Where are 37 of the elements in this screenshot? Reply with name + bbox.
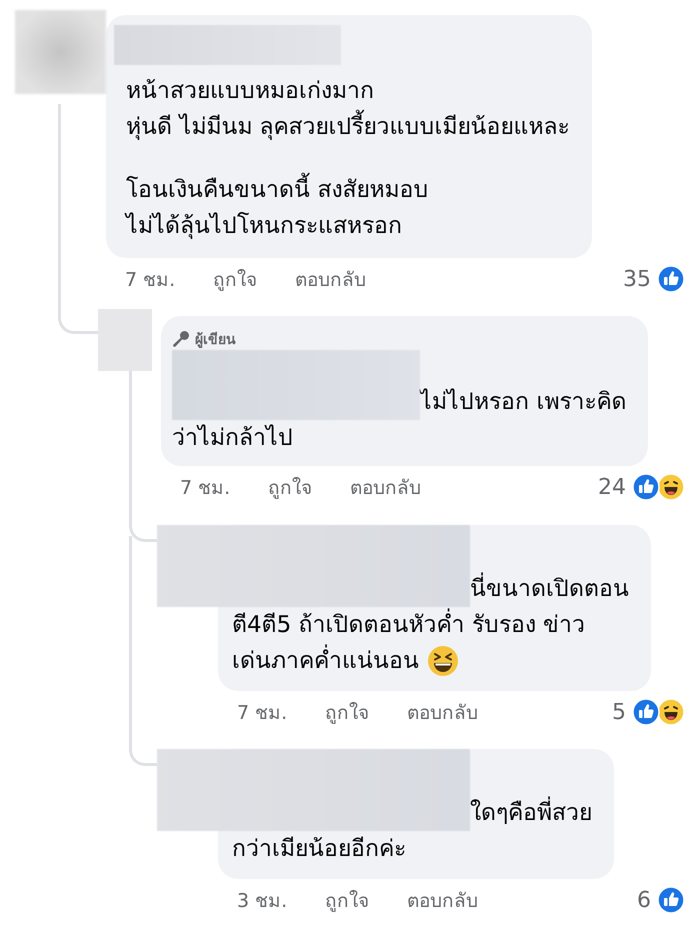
laughing-reaction-icon: [657, 473, 685, 501]
comment-text: ไม่ไปหรอก เพราะคิด: [420, 387, 626, 417]
comment-text: โอนเงินคืนขนาดนี้ สงสัยหมอบ: [126, 172, 570, 208]
comment-text: ตี4ตี5 ถ้าเปิดตอนหัวค่ำ รับรอง ข่าว: [232, 607, 629, 643]
comment-text: ไม่ได้ลุ้นไปโหนกระแสหรอก: [126, 211, 403, 241]
laughing-reaction-icon: [657, 698, 685, 726]
comment-text: นี่ขนาดเปิดตอน: [470, 571, 629, 607]
reply-link[interactable]: ตอบกลับ: [407, 697, 478, 727]
comment-time: 7 ชม.: [237, 701, 288, 726]
reaction-count: 6: [637, 888, 651, 912]
comment-text: กว่าเมียน้อยอีกค่ะ: [232, 835, 407, 864]
like-reaction-icon: [657, 265, 685, 293]
like-link[interactable]: ถูกใจ: [268, 472, 312, 502]
comment-text: หุ่นดี ไม่มีนม ลุคสวยเปรี้ยวแบบเมียน้อยแหละ: [126, 109, 570, 145]
comment-time: 7 ชม.: [180, 476, 230, 501]
like-link[interactable]: ถูกใจ: [325, 885, 370, 915]
reply-link[interactable]: ตอบกลับ: [350, 472, 422, 502]
reply-link[interactable]: ตอบกลับ: [407, 885, 478, 915]
author-label: ผู้เขียน: [195, 330, 236, 350]
microphone-icon: [172, 330, 190, 348]
reaction-count: 5: [612, 700, 626, 724]
comment-text: หน้าสวยแบบหมอเก่งมาก: [126, 77, 375, 106]
avatar-placeholder: [98, 309, 152, 371]
like-reaction-icon: [632, 473, 660, 501]
comment-time: 3 ชม.: [237, 889, 288, 914]
like-link[interactable]: ถูกใจ: [213, 264, 258, 294]
laughing-emoji-icon: [427, 645, 459, 677]
like-link[interactable]: ถูกใจ: [325, 697, 370, 727]
comment-text: ใดๆคือพี่สวย: [470, 795, 592, 831]
reaction-count: 35: [623, 266, 651, 292]
reply-link[interactable]: ตอบกลับ: [295, 264, 366, 294]
comment-text: เด่นภาคค่ำแน่นอน: [232, 643, 419, 679]
like-reaction-icon: [632, 698, 660, 726]
comment-text: ว่าไม่กล้าไป: [172, 423, 294, 453]
like-reaction-icon: [657, 886, 685, 914]
reaction-count: 24: [598, 474, 626, 500]
comment-time: 7 ชม.: [125, 268, 176, 293]
